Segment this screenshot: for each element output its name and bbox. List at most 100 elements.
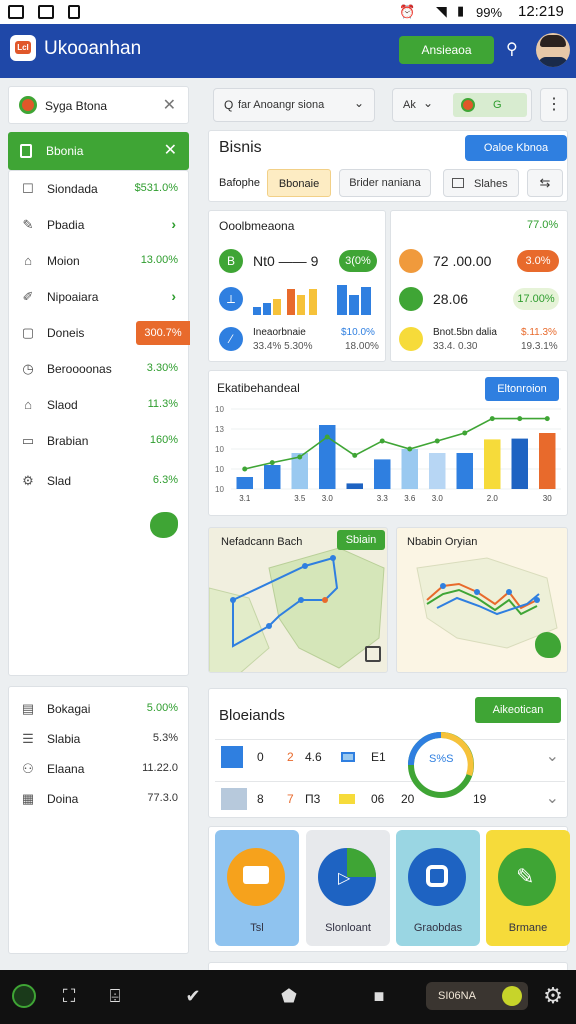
chart-bar[interactable]: [346, 483, 364, 489]
kpi-left-title: Ooolbmeaona: [219, 219, 295, 233]
more-menu-button[interactable]: ⋮: [540, 88, 568, 122]
gear-icon: ⚙: [22, 473, 34, 488]
y-tick-label: 10: [215, 405, 224, 414]
close-icon[interactable]: ✕: [163, 95, 176, 115]
chart-point[interactable]: [324, 434, 330, 440]
x-tick-label: 2.0: [487, 494, 499, 503]
chart-point[interactable]: [379, 438, 385, 444]
chart-point[interactable]: [407, 446, 413, 452]
chart-bar[interactable]: [374, 459, 391, 489]
sidebar-item[interactable]: ▭ Brabian 160%: [9, 423, 190, 459]
stock-cell: 4.6: [305, 750, 322, 764]
sidebar-item[interactable]: ☐ Siondada $531.0%: [9, 171, 190, 207]
stock-row-2[interactable]: 8 7 Π3 06 20 19 ⌄: [215, 781, 565, 815]
gear-icon[interactable]: ⚙: [542, 985, 564, 1007]
sidebar-item[interactable]: ◷ Beroooonas 3.30%: [9, 351, 190, 387]
chart-point[interactable]: [462, 430, 468, 436]
tile-0[interactable]: Tsl: [215, 830, 299, 946]
tab-0[interactable]: Bafophe: [219, 177, 260, 189]
sidebar-item[interactable]: ⌂ Moion 13.00%: [9, 243, 190, 279]
x-tick-label: 3.0: [432, 494, 444, 503]
sidebar-item[interactable]: ⚙ Slad 6.3%: [9, 463, 190, 499]
business-card: Bisnis Oaloe Kbnoa Bafophe Bbonaie Bride…: [208, 130, 568, 202]
kpi-left-row3-sub: 33.4% 5.30%: [253, 341, 313, 352]
chart-point[interactable]: [352, 452, 358, 458]
selected-filter-chip[interactable]: Bbonia ✕: [8, 132, 189, 170]
footer-chip[interactable]: SI06NA: [426, 982, 528, 1010]
wallet-icon: [399, 249, 423, 273]
people-icon: ⚇: [22, 761, 34, 776]
toggle-option[interactable]: G: [453, 93, 527, 117]
chart-point[interactable]: [242, 466, 248, 472]
sidebar-item-label: Pbadia: [47, 218, 85, 232]
chart-bar[interactable]: [236, 477, 254, 489]
sidebar-item[interactable]: ▢ Doneis 300.7%: [9, 315, 190, 351]
kpi-right-row2-value: 28.06: [433, 291, 469, 307]
app-logo[interactable]: Lcl: [10, 35, 36, 61]
chart-bar[interactable]: [264, 465, 281, 489]
business-action-button[interactable]: Oaloe Kbnoa: [465, 135, 567, 161]
scan-icon[interactable]: ⛶: [58, 985, 80, 1007]
battery-percent: 99%: [476, 5, 503, 20]
check-icon[interactable]: ✔: [182, 985, 204, 1007]
tune-icon[interactable]: ⚲: [506, 39, 518, 59]
chart-bar[interactable]: [429, 453, 446, 489]
receipt-icon: ▤: [21, 701, 35, 716]
stock-card: Bloeiands Aikeotican 0 2 4.6 E1 ⌄ 8 7 Π3…: [208, 688, 568, 818]
search-dropdown[interactable]: Q far Anoangr siona ⌄: [213, 88, 375, 122]
chart-bar[interactable]: [456, 453, 474, 489]
filter-button[interactable]: Slahes: [443, 169, 519, 197]
bar-line-chart: 10 13 10 10 10 3.1 3.5 3.0 3.3 3.6 3.0 2.0 30: [215, 405, 561, 503]
summary-item-label: Elaana: [47, 762, 85, 776]
stock-action-button[interactable]: Aikeotican: [475, 697, 561, 723]
chart-point[interactable]: [269, 460, 275, 466]
map-left-badge[interactable]: Sbiain: [337, 530, 385, 550]
puzzle-icon[interactable]: [535, 632, 561, 658]
fullscreen-icon[interactable]: [365, 646, 381, 662]
toggle-group[interactable]: Ak ⌄ G: [392, 88, 532, 122]
chart-point[interactable]: [517, 416, 523, 422]
chart-point[interactable]: [489, 416, 495, 422]
chart-bar[interactable]: [401, 449, 419, 489]
chart-point[interactable]: [544, 416, 550, 422]
tile-3[interactable]: ✎ Brmane: [486, 830, 570, 946]
tile-2[interactable]: Graobdas: [396, 830, 480, 946]
shield-icon[interactable]: ⬟: [278, 985, 300, 1007]
avatar[interactable]: [536, 33, 570, 67]
sidebar-item-value: 3.30%: [146, 362, 178, 374]
home-icon[interactable]: [12, 984, 36, 1008]
chevron-down-icon[interactable]: ⌄: [546, 788, 559, 808]
stock-title: Bloeiands: [219, 707, 285, 724]
wand-icon: ⁄: [219, 327, 243, 351]
stop-icon[interactable]: ■: [368, 985, 390, 1007]
chart-point[interactable]: [434, 438, 440, 444]
chart-bar[interactable]: [539, 433, 556, 489]
share-button[interactable]: ⇆: [527, 169, 563, 197]
stock-cell: Π3: [305, 792, 321, 806]
chart-bar[interactable]: [484, 439, 501, 489]
chip-close-icon[interactable]: ✕: [164, 140, 177, 160]
robot-icon[interactable]: ⌹: [104, 985, 126, 1007]
chart-bar[interactable]: [511, 438, 529, 489]
toggle-value: G: [493, 99, 502, 111]
chevron-down-icon[interactable]: ⌄: [546, 746, 559, 766]
summary-item[interactable]: ▦ Doina 77.3.0: [9, 781, 190, 817]
puzzle-icon[interactable]: [150, 512, 178, 538]
chart-action-button[interactable]: Eltonroion: [485, 377, 559, 401]
list-icon: ☰: [22, 731, 34, 746]
home-icon: ⌂: [24, 253, 32, 268]
map-left-title: Nefadcann Bach: [221, 536, 303, 548]
sidebar-item[interactable]: ✐ Nipoaiara ›: [9, 279, 190, 315]
tab-2[interactable]: Brider naniana: [339, 169, 431, 197]
primary-action-button[interactable]: Ansieaoa: [399, 36, 494, 64]
tile-1[interactable]: ▷ Slonloant: [306, 830, 390, 946]
sidebar-item[interactable]: ✎ Pbadia ›: [9, 207, 190, 243]
stock-row-1[interactable]: 0 2 4.6 E1 ⌄: [215, 739, 565, 773]
left-search-box[interactable]: Syga Btona ✕: [8, 86, 189, 124]
clock-icon: ◷: [22, 361, 34, 376]
camera-body-icon: [426, 865, 448, 887]
sidebar-item[interactable]: ⌂ Slaod 11.3%: [9, 387, 190, 423]
sidebar-item-label: Slad: [47, 474, 72, 488]
tab-1[interactable]: Bbonaie: [267, 169, 331, 197]
chart-point[interactable]: [297, 454, 303, 460]
